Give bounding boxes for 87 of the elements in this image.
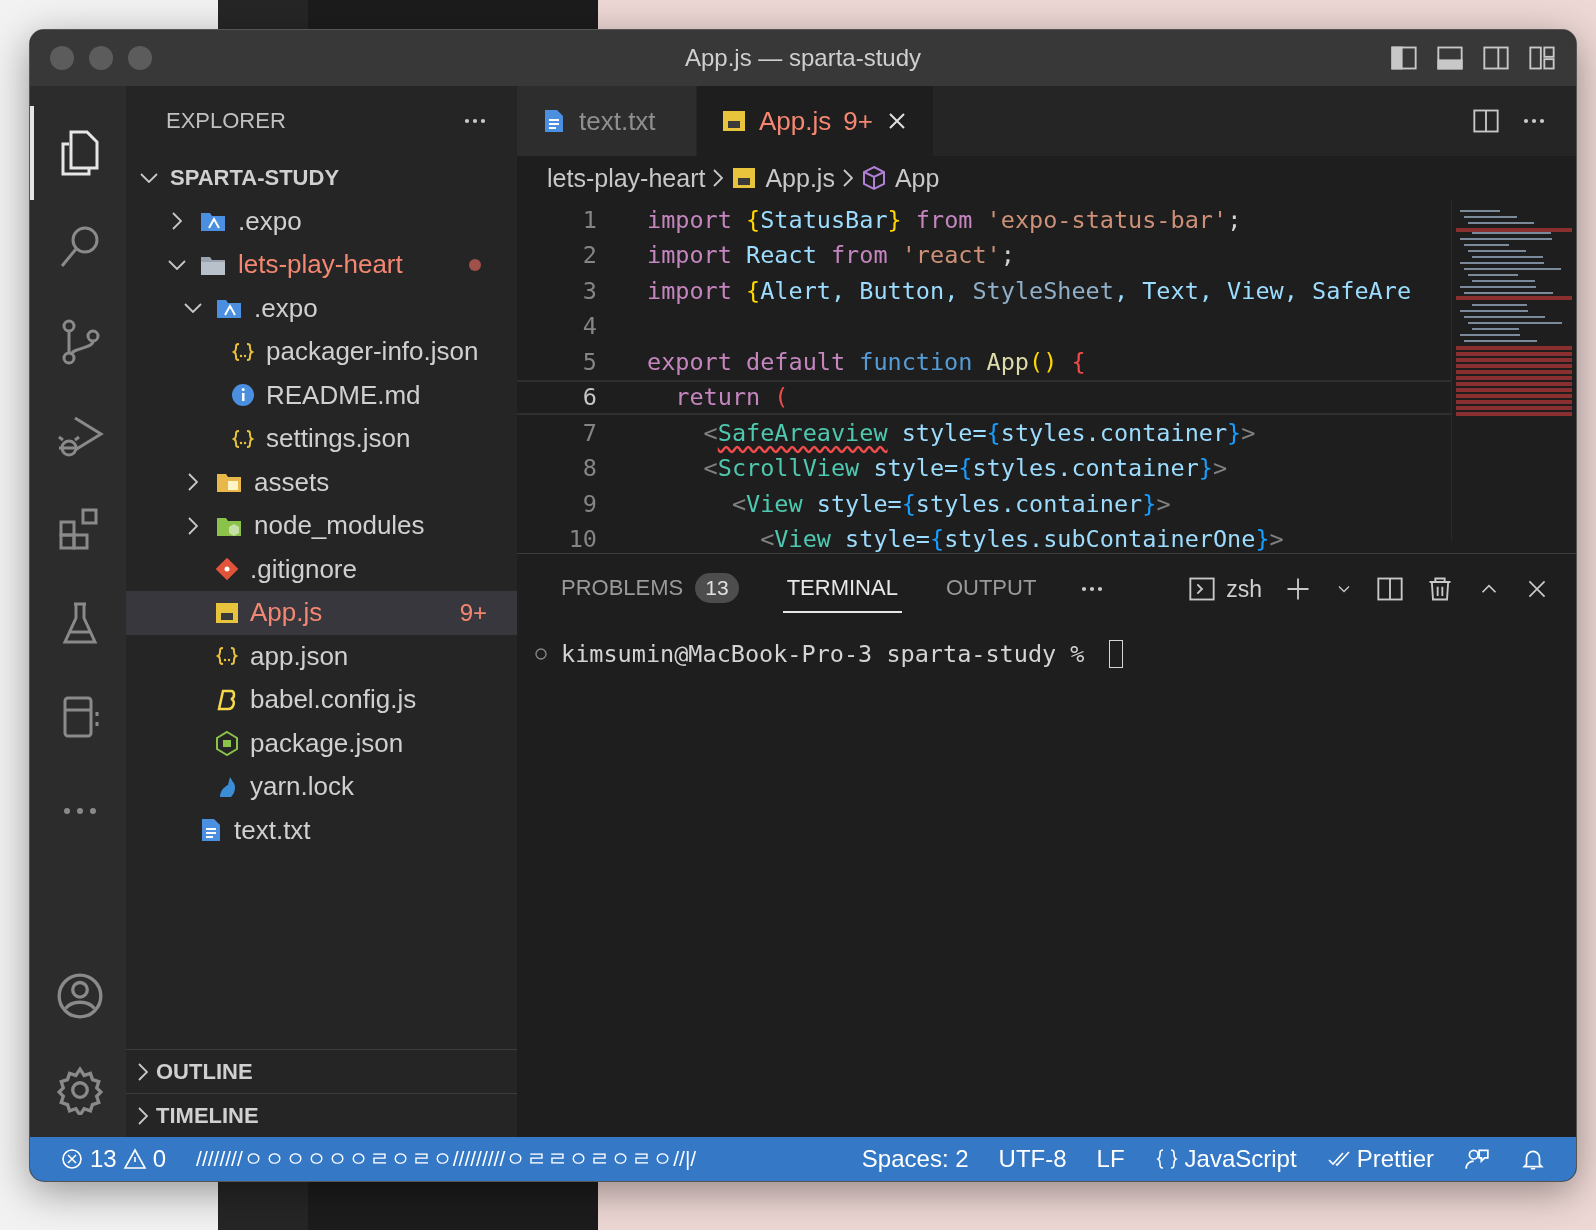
panel-tab[interactable]: PROBLEMS 13 (557, 565, 743, 613)
braces-icon (1154, 1147, 1179, 1171)
line-number: 6 (581, 383, 598, 412)
code-line: <View style={styles.subContainerOne}> (759, 525, 1284, 553)
tree-item[interactable]: .expo (126, 286, 517, 330)
cube-icon (860, 165, 887, 191)
chevron-right-icon[interactable] (713, 169, 724, 187)
sidebar-title: EXPLORER (166, 108, 286, 134)
split-terminal-icon[interactable] (1376, 575, 1404, 603)
window-title: App.js — sparta-study (683, 44, 923, 72)
code-line: export default function App() { (647, 347, 1086, 376)
settings-icon[interactable] (55, 1065, 105, 1115)
warning-icon (122, 1147, 147, 1171)
sidebar-layout-icon[interactable] (1390, 44, 1418, 72)
line-number: 8 (581, 454, 598, 483)
custom-layout-icon[interactable] (1528, 44, 1556, 72)
status-item[interactable]: Spaces: 2 (861, 1145, 969, 1173)
code-line: import {Alert, Button, StyleSheet, Text, View, SafeAre (647, 276, 1412, 305)
tree-item[interactable]: app.json (126, 634, 517, 678)
tree-item[interactable]: lets-play-heart (126, 243, 517, 287)
hexagon-icon (214, 730, 240, 757)
line-number: 7 (581, 418, 598, 447)
status-item[interactable]: Prettier (1326, 1145, 1434, 1173)
error-count: 9+ (459, 598, 487, 627)
code-line: <ScrollView style={styles.container}> (702, 454, 1228, 483)
feedback-icon[interactable] (1464, 1146, 1490, 1172)
chevron-right-icon[interactable] (842, 169, 853, 187)
line-number: 4 (581, 312, 598, 341)
code-line: <SafeAreaview style={styles.container}> (702, 418, 1256, 447)
tree-item[interactable]: package.json (126, 721, 517, 765)
tree-item[interactable]: settings.json (126, 417, 517, 461)
breadcrumb[interactable]: lets-play-heart (547, 163, 706, 193)
chevron-right-icon[interactable] (188, 516, 198, 535)
tree-item[interactable]: packager-info.json (126, 330, 517, 374)
status-message: ////////ㅇㅇㅇㅇㅇㅇㄹㅇㄹㅇ/////////ㅇㄹㄹㅇㄹㅇㄹㅇ//|/ (196, 1146, 697, 1172)
error-icon (60, 1147, 84, 1171)
line-number: 2 (581, 241, 598, 270)
tree-item[interactable]: node_modules (126, 504, 517, 548)
tree-root[interactable]: SPARTA-STUDY (126, 156, 517, 200)
breadcrumb[interactable]: App.js (731, 163, 835, 193)
status-item[interactable]: UTF-8 (998, 1145, 1067, 1173)
tree-item[interactable]: text.txt (126, 808, 517, 852)
count-badge: 13 (695, 573, 739, 603)
chevron-right-icon[interactable] (188, 473, 198, 492)
chevron-down-icon[interactable] (168, 259, 186, 270)
tree-item[interactable]: assets (126, 460, 517, 504)
panel-tab[interactable]: TERMINAL (782, 565, 902, 613)
status-item[interactable]: JavaScript (1154, 1145, 1297, 1173)
line-number: 10 (567, 525, 598, 553)
code-line: return ( (674, 383, 789, 412)
chevron-right-icon[interactable] (172, 212, 182, 231)
terminal-icon (1188, 575, 1217, 603)
editor-tab[interactable]: App.js 9+ (697, 86, 934, 156)
problems-indicator[interactable]: 13 0 (60, 1145, 167, 1173)
tree-item[interactable]: .gitignore (126, 547, 517, 591)
terminal-selector[interactable]: zsh (1188, 575, 1262, 603)
line-number: 3 (581, 276, 598, 305)
js-icon (721, 108, 747, 134)
tree-item[interactable]: App.js 9+ (126, 591, 517, 635)
code-line: <View style={styles.container}> (730, 489, 1171, 518)
panel-layout-icon[interactable] (1436, 44, 1464, 72)
code-line: import React from 'react'; (647, 241, 1015, 270)
section-header[interactable]: OUTLINE (126, 1049, 517, 1093)
chevron-down-icon[interactable] (184, 303, 202, 314)
chevron-down-icon[interactable] (140, 172, 158, 183)
chevron-right-icon[interactable] (138, 1062, 148, 1081)
terminal-prompt: kimsumin@MacBook-Pro-3 sparta-study % (561, 640, 1086, 668)
line-number: 9 (581, 489, 598, 518)
breadcrumb[interactable]: App (860, 163, 940, 193)
code-line: import {StatusBar} from 'expo-status-bar'; (647, 205, 1242, 234)
line-number: 5 (581, 347, 598, 376)
tree-item[interactable]: README.md (126, 373, 517, 417)
chevron-right-icon[interactable] (138, 1106, 148, 1125)
modified-dot (469, 258, 481, 271)
tree-item[interactable]: babel.config.js (126, 678, 517, 722)
split-editor-icon[interactable] (1472, 107, 1500, 135)
terminal-cursor (1108, 640, 1123, 668)
status-item[interactable]: LF (1096, 1145, 1125, 1173)
panel-tab[interactable]: OUTPUT (941, 565, 1041, 613)
split-layout-icon[interactable] (1482, 44, 1510, 72)
info-icon (230, 382, 256, 409)
tree-item[interactable]: .expo (126, 199, 517, 243)
account-icon[interactable] (55, 971, 105, 1021)
tree-item[interactable]: yarn.lock (126, 765, 517, 809)
editor-tab[interactable]: text.txt (517, 86, 697, 156)
js-icon (731, 165, 758, 191)
line-number: 1 (581, 205, 598, 234)
